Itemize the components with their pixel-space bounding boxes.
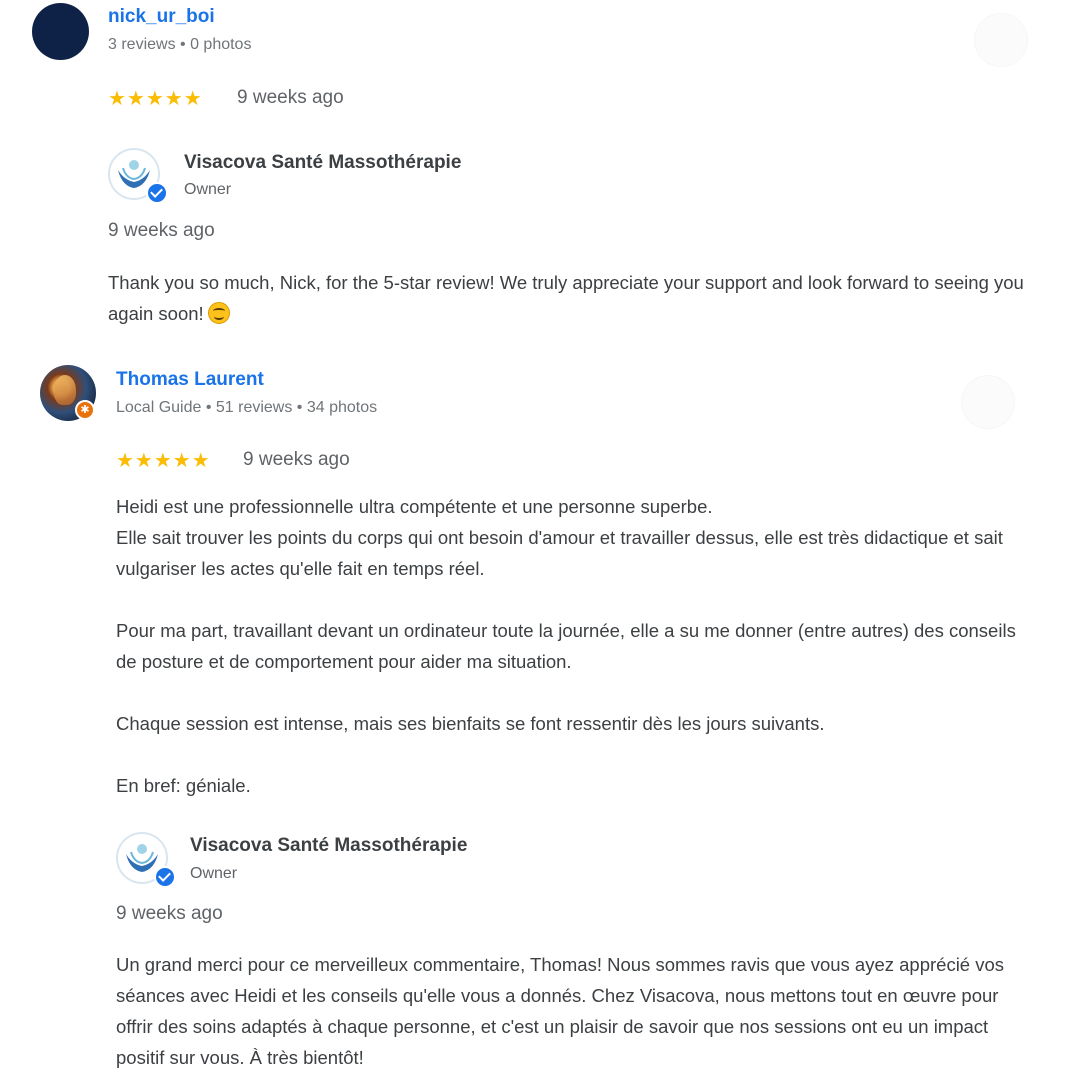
- star-rating: ★★★★★: [108, 88, 203, 110]
- review-text: Heidi est une professionnelle ultra comp…: [116, 491, 1036, 801]
- hands-logo-icon: [126, 844, 158, 872]
- review-card: nick_ur_boi 3 reviews • 0 photos ★★★★★ 9…: [0, 0, 1080, 345]
- owner-reply-body: Thank you so much, Nick, for the 5-star …: [108, 272, 1024, 324]
- reply-time: 9 weeks ago: [116, 903, 223, 924]
- smiling-face-emoji-icon: [207, 302, 230, 324]
- owner-reply-text: Un grand merci pour ce merveilleux comme…: [116, 954, 1005, 1068]
- review-paragraph: Pour ma part, travaillant devant un ordi…: [116, 620, 1016, 672]
- owner-role: Owner: [190, 865, 238, 882]
- reply-time: 9 weeks ago: [108, 220, 215, 241]
- review-paragraph: Heidi est une professionnelle ultra comp…: [116, 496, 713, 517]
- review-paragraph: Elle sait trouver les points du corps qu…: [116, 527, 1003, 579]
- more-options-button[interactable]: [975, 14, 1027, 66]
- reviewer-avatar[interactable]: [32, 3, 89, 60]
- reviewer-meta: Local Guide • 51 reviews • 34 photos: [116, 399, 378, 416]
- reviewer-name-link[interactable]: Thomas Laurent: [116, 369, 264, 391]
- reviewer-meta: 3 reviews • 0 photos: [108, 36, 252, 53]
- owner-reply-text: Thank you so much, Nick, for the 5-star …: [108, 267, 1028, 329]
- reviewer-name-link[interactable]: nick_ur_boi: [108, 6, 215, 28]
- review-time: 9 weeks ago: [237, 87, 344, 108]
- owner-role: Owner: [184, 181, 232, 198]
- more-options-button[interactable]: [962, 376, 1014, 428]
- verified-badge-icon: [154, 866, 176, 888]
- reviewer-avatar[interactable]: [40, 365, 96, 421]
- owner-business-name: Visacova Santé Massothérapie: [190, 835, 468, 856]
- star-rating: ★★★★★: [116, 450, 211, 472]
- owner-business-name: Visacova Santé Massothérapie: [184, 152, 462, 173]
- verified-badge-icon: [146, 182, 168, 204]
- local-guide-badge-icon: ✱: [75, 400, 95, 420]
- business-logo: [116, 832, 168, 884]
- review-time: 9 weeks ago: [243, 449, 350, 470]
- review-paragraph: En bref: géniale.: [116, 775, 251, 796]
- review-paragraph: Chaque session est intense, mais ses bie…: [116, 713, 825, 734]
